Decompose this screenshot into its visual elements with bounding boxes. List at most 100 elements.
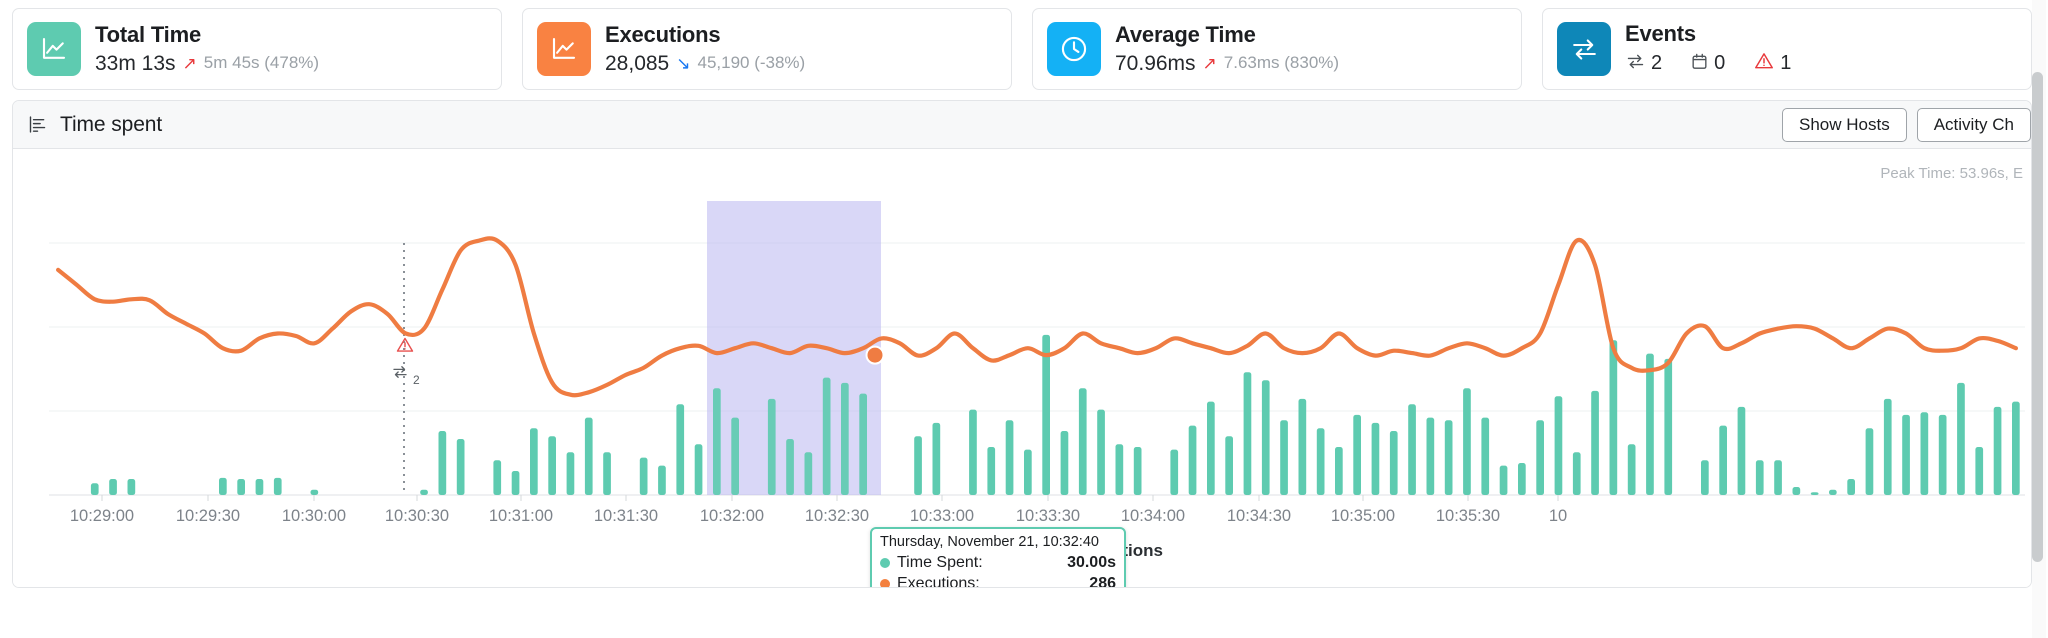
swap-arrows-icon: [1625, 51, 1646, 77]
chart-bar: [804, 452, 813, 495]
chart-bar: [1060, 431, 1069, 495]
chart-bar: [1755, 460, 1764, 495]
stat-body: Average Time 70.96ms ↗ 7.63ms (830%): [1115, 22, 1339, 76]
chart-bar: [1883, 398, 1892, 495]
chart-bar: [1353, 414, 1361, 495]
chart-svg[interactable]: 10:29:00 10:29:30 10:30:00 10:30:30 10:31:00…: [13, 193, 2032, 543]
chart-bar: [493, 460, 502, 495]
time-spent-dot-icon: [880, 557, 890, 568]
dashboard-page: Total Time 33m 13s ↗ 5m 45s (478%) Execu…: [0, 0, 2048, 638]
stat-card-total-time[interactable]: Total Time 33m 13s ↗ 5m 45s (478%): [12, 8, 502, 90]
chart-bar: [987, 447, 996, 495]
time-spent-chart[interactable]: 10:29:00 10:29:30 10:30:00 10:30:30 10:31:00…: [13, 193, 2032, 543]
tooltip-value: 286: [1089, 575, 1116, 588]
chart-bar: [219, 477, 227, 495]
stat-title: Events: [1625, 20, 1696, 46]
chart-bar: [584, 417, 593, 495]
panel-title: Time spent: [60, 112, 163, 136]
chart-bar: [1371, 422, 1380, 495]
chart-bar: [603, 452, 611, 495]
chart-bar: [1499, 465, 1508, 495]
annotation-deploy: 2: [391, 363, 420, 386]
chart-bar: [1774, 460, 1782, 495]
chart-bar: [676, 404, 685, 495]
stat-card-events[interactable]: Events 2 0 1: [1542, 8, 2032, 90]
chart-bar: [1335, 447, 1343, 495]
chart-bar: [1024, 449, 1032, 495]
chart-bar: [639, 457, 648, 495]
tooltip-label: Executions:: [897, 575, 980, 588]
chart-bar: [1829, 489, 1837, 495]
chart-bar: [1078, 388, 1087, 495]
x-axis-label: 10:31:00: [489, 507, 553, 525]
chart-bar: [456, 439, 465, 495]
trend-up-icon: ↗: [1202, 53, 1217, 73]
chart-bar: [1042, 334, 1050, 495]
chart-bar: [1518, 463, 1526, 495]
stat-value: 33m 13s: [95, 51, 176, 75]
stat-body: Events 2 0 1: [1625, 21, 1791, 78]
chart-bar: [969, 409, 977, 495]
chart-bar: [127, 479, 136, 495]
chart-bar: [1444, 420, 1453, 495]
chart-bar: [1463, 388, 1471, 495]
x-axis-label: 10:34:30: [1227, 507, 1291, 525]
chart-bar: [1646, 353, 1654, 495]
chart-bar: [932, 422, 941, 495]
stat-metrics: 33m 13s ↗ 5m 45s (478%): [95, 51, 319, 76]
chart-bar: [1902, 414, 1910, 495]
chart-bar: [1554, 396, 1563, 495]
chart-bar: [1170, 449, 1179, 495]
chart-bar: [310, 489, 319, 495]
chart-bar: [255, 479, 264, 495]
chart-bar: [511, 471, 520, 495]
peak-time-note: Peak Time: 53.96s, E: [1880, 165, 2023, 182]
stat-card-executions[interactable]: Executions 28,085 ↘ 45,190 (-38%): [522, 8, 1012, 90]
show-hosts-button[interactable]: Show Hosts: [1782, 108, 1907, 142]
stat-title: Executions: [605, 21, 721, 47]
chart-bar: [1261, 380, 1270, 495]
chart-bar: [566, 452, 575, 495]
stat-metrics: 70.96ms ↗ 7.63ms (830%): [1115, 51, 1339, 76]
chart-bar: [1005, 420, 1014, 495]
page-scrollbar-track[interactable]: [2032, 0, 2046, 638]
x-axis-label: 10:32:30: [805, 507, 869, 525]
chart-bar: [1701, 460, 1709, 495]
x-axis-label: 10:30:30: [385, 507, 449, 525]
chart-bar: [1133, 447, 1142, 495]
calendar-icon: [1690, 52, 1709, 76]
x-axis-label: 10:33:00: [910, 507, 974, 525]
x-axis-label: 10:31:30: [594, 507, 658, 525]
chart-bar: [1975, 447, 1984, 495]
trend-down-icon: ↘: [676, 53, 691, 73]
tooltip-value: 30.00s: [1067, 554, 1116, 571]
chart-bar: [822, 377, 831, 495]
page-scrollbar-thumb[interactable]: [2032, 72, 2043, 562]
chart-bar: [1426, 417, 1435, 495]
activity-chart-button[interactable]: Activity Ch: [1916, 108, 2031, 142]
x-axis-label: 10:35:00: [1331, 507, 1395, 525]
stat-title: Average Time: [1115, 21, 1256, 47]
stat-delta: 5m 45s (478%): [203, 53, 320, 73]
chart-bar: [786, 439, 794, 495]
stats-row: Total Time 33m 13s ↗ 5m 45s (478%) Execu…: [12, 8, 2032, 92]
chart-event-annotation[interactable]: 2: [391, 335, 420, 386]
chart-bar: [1207, 401, 1215, 495]
event-alerts-count: 1: [1780, 52, 1792, 75]
warning-triangle-icon: [1753, 50, 1775, 77]
x-axis-label: 10:33:30: [1016, 507, 1080, 525]
chart-bar: [841, 382, 849, 495]
chart-bar: [548, 436, 556, 495]
chart-bar: [1664, 358, 1673, 495]
x-axis-label: 10: [1549, 507, 1567, 525]
event-scheduled-count: 0: [1714, 52, 1726, 75]
executions-line: [56, 236, 2018, 398]
time-spent-panel: Time spent Show Hosts Activity Ch Peak T…: [12, 100, 2032, 588]
chart-bar: [1408, 404, 1416, 495]
chart-bar: [1591, 390, 1599, 495]
warning-triangle-icon: [395, 335, 415, 360]
chart-bar: [1316, 428, 1325, 495]
chart-bar: [1225, 436, 1233, 495]
stat-card-average-time[interactable]: Average Time 70.96ms ↗ 7.63ms (830%): [1032, 8, 1522, 90]
chart-bar: [90, 483, 99, 495]
